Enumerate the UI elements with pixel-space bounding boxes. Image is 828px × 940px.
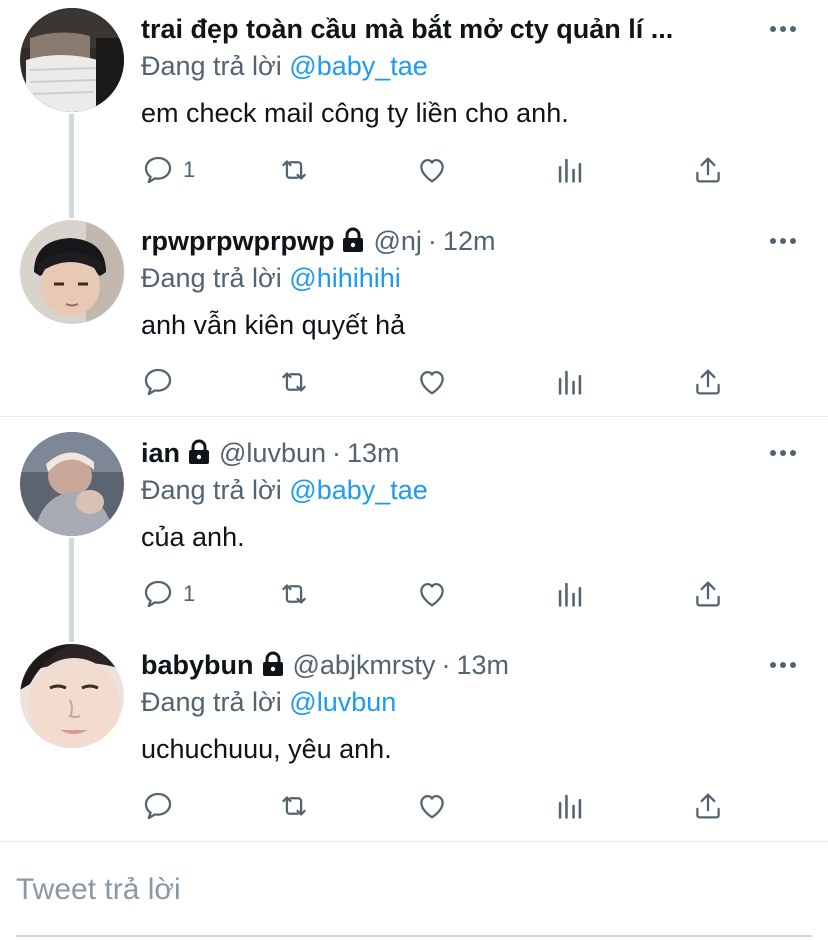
display-name[interactable]: trai đẹp toàn cầu mà bắt mở cty quản lí … (141, 14, 673, 44)
separator-dot: · (427, 226, 437, 256)
tweet-header: rpwprpwprpwp @nj · 12m (141, 222, 758, 262)
analytics-button[interactable] (553, 360, 587, 404)
reply-mention-link[interactable]: @baby_tae (289, 51, 428, 81)
share-button[interactable] (691, 360, 725, 404)
like-icon (420, 370, 444, 395)
user-handle[interactable]: @luvbun (219, 438, 326, 468)
retweet-button[interactable] (277, 572, 311, 616)
reply-button[interactable] (141, 360, 183, 404)
reply-mention-link[interactable]: @hihihihi (289, 263, 400, 293)
reply-icon (144, 792, 172, 820)
timestamp[interactable]: 13m (456, 650, 509, 680)
replying-to-label: Đang trả lời (141, 475, 282, 505)
replying-to: Đang trả lời @hihihihi (141, 260, 401, 296)
replying-to-label: Đang trả lời (141, 687, 282, 717)
reply-mention-link[interactable]: @baby_tae (289, 475, 428, 505)
more-icon[interactable] (768, 438, 798, 468)
share-icon (696, 369, 720, 395)
retweet-button[interactable] (277, 784, 311, 828)
like-button[interactable] (415, 784, 449, 828)
display-name[interactable]: ian (141, 438, 180, 468)
replying-to: Đang trả lời @baby_tae (141, 472, 428, 508)
reply-input[interactable] (16, 868, 810, 912)
tweet-text: của anh. (141, 522, 245, 552)
share-button[interactable] (691, 784, 725, 828)
analytics-icon (558, 158, 582, 183)
more-icon[interactable] (768, 14, 798, 44)
reply-count: 1 (183, 157, 196, 182)
tweet-actions: 1 (141, 148, 741, 192)
analytics-icon (558, 582, 582, 607)
retweet-button[interactable] (277, 360, 311, 404)
tweet[interactable]: babybun @abjkmrsty · 13m Đang trả lời @luvb… (0, 636, 828, 840)
tweet[interactable]: trai đẹp toàn cầu mà bắt mở cty quản lí … (0, 0, 828, 212)
retweet-button[interactable] (277, 148, 311, 192)
reply-input-underline (16, 935, 812, 937)
reply-button[interactable]: 1 (141, 148, 195, 192)
analytics-icon (558, 794, 582, 819)
avatar[interactable] (20, 644, 124, 748)
analytics-button[interactable] (553, 572, 587, 616)
replying-to-label: Đang trả lời (141, 263, 282, 293)
more-icon[interactable] (768, 650, 798, 680)
tweet[interactable]: ian @luvbun · 13m Đang trả lời @baby_tae củ… (0, 424, 828, 636)
share-icon (696, 157, 720, 183)
like-icon (420, 582, 444, 607)
tweet-text: uchuchuuu, yêu anh. (141, 734, 392, 764)
separator-dot: · (441, 650, 451, 680)
tweet-header: babybun @abjkmrsty · 13m (141, 646, 758, 686)
display-name[interactable]: babybun (141, 650, 254, 680)
replying-to-label: Đang trả lời (141, 51, 282, 81)
reply-icon (144, 580, 172, 608)
avatar[interactable] (20, 432, 124, 536)
like-button[interactable] (415, 148, 449, 192)
timestamp[interactable]: 12m (443, 226, 496, 256)
analytics-button[interactable] (553, 784, 587, 828)
lock-icon (341, 225, 365, 262)
like-icon (420, 794, 444, 819)
tweet-text: anh vẫn kiên quyết hả (141, 310, 406, 340)
like-button[interactable] (415, 360, 449, 404)
tweet-text: em check mail công ty liền cho anh. (141, 98, 569, 128)
reply-mention-link[interactable]: @luvbun (289, 687, 396, 717)
user-handle[interactable]: @abjkmrsty (293, 650, 436, 680)
timestamp[interactable]: 13m (347, 438, 400, 468)
tweet-actions (141, 784, 741, 828)
reply-icon (144, 156, 172, 184)
like-icon (420, 158, 444, 183)
retweet-icon (282, 584, 306, 604)
reply-button[interactable] (141, 784, 183, 828)
retweet-icon (282, 796, 306, 816)
share-button[interactable] (691, 572, 725, 616)
separator-dot: · (332, 438, 341, 468)
replying-to: Đang trả lời @baby_tae (141, 48, 428, 84)
tweet-divider (0, 416, 828, 417)
display-name[interactable]: rpwprpwprpwp (141, 226, 334, 256)
lock-icon (187, 437, 211, 474)
replying-to: Đang trả lời @luvbun (141, 684, 396, 720)
tweet-header: ian @luvbun · 13m (141, 434, 758, 474)
avatar[interactable] (20, 8, 124, 112)
tweet-actions (141, 360, 741, 404)
retweet-icon (282, 372, 306, 392)
like-button[interactable] (415, 572, 449, 616)
lock-icon (261, 649, 285, 686)
share-button[interactable] (691, 148, 725, 192)
tweet[interactable]: rpwprpwprpwp @nj · 12m Đang trả lời @hihihi… (0, 212, 828, 416)
retweet-icon (282, 160, 306, 180)
more-icon[interactable] (768, 226, 798, 256)
reply-icon (144, 368, 172, 396)
tweet-header: trai đẹp toàn cầu mà bắt mở cty quản lí … (141, 10, 758, 50)
analytics-button[interactable] (553, 148, 587, 192)
user-handle[interactable]: @nj (373, 226, 421, 256)
avatar[interactable] (20, 220, 124, 324)
reply-composer (0, 842, 828, 940)
reply-count: 1 (183, 581, 196, 606)
share-icon (696, 793, 720, 819)
analytics-icon (558, 370, 582, 395)
reply-button[interactable]: 1 (141, 572, 195, 616)
share-icon (696, 581, 720, 607)
tweet-actions: 1 (141, 572, 741, 616)
